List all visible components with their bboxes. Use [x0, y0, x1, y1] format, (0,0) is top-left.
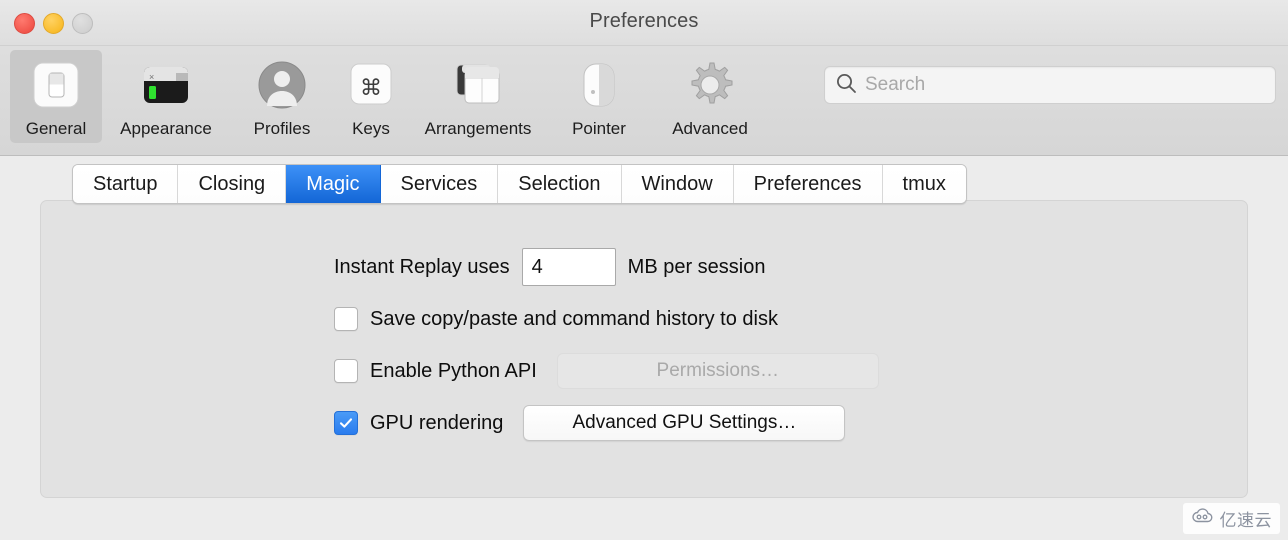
tab-services[interactable]: Services — [381, 165, 499, 203]
save-history-label: Save copy/paste and command history to d… — [370, 308, 778, 331]
gpu-rendering-label: GPU rendering — [370, 412, 503, 435]
display-icon — [12, 56, 100, 114]
toolbar-item-profiles[interactable]: Profiles — [230, 50, 334, 143]
instant-replay-input[interactable] — [532, 256, 615, 279]
gpu-button-slot: Advanced GPU Settings… — [523, 405, 845, 441]
toolbar-label-pointer: Pointer — [572, 119, 626, 139]
search-container — [824, 66, 1276, 104]
toolbar-item-pointer[interactable]: Pointer — [548, 50, 650, 143]
toolbar-label-advanced: Advanced — [672, 119, 748, 139]
tab-selection[interactable]: Selection — [498, 165, 621, 203]
gpu-rendering-checkbox[interactable] — [334, 411, 358, 435]
tab-window[interactable]: Window — [622, 165, 734, 203]
gpu-rendering-row: GPU rendering Advanced GPU Settings… — [334, 397, 879, 449]
python-api-checkbox[interactable] — [334, 359, 358, 383]
instant-replay-row: Instant Replay uses MB per session — [334, 241, 879, 293]
instant-replay-field[interactable] — [522, 248, 616, 286]
instant-replay-suffix-label: MB per session — [628, 256, 766, 279]
save-history-checkbox[interactable] — [334, 307, 358, 331]
preferences-toolbar: General × Appearance — [0, 46, 1288, 156]
terminal-icon: × — [104, 56, 228, 114]
user-avatar-icon — [232, 56, 332, 114]
search-input[interactable] — [865, 74, 1265, 96]
search-field[interactable] — [824, 66, 1276, 104]
checkmark-icon — [339, 416, 353, 430]
toolbar-item-advanced[interactable]: Advanced — [650, 50, 770, 143]
svg-text:×: × — [149, 72, 154, 82]
instant-replay-prefix-label: Instant Replay uses — [334, 256, 510, 279]
toolbar-item-general[interactable]: General — [10, 50, 102, 143]
python-api-row: Enable Python API Permissions… — [334, 345, 879, 397]
tab-preferences[interactable]: Preferences — [734, 165, 883, 203]
toolbar-label-arrangements: Arrangements — [425, 119, 532, 139]
tab-startup[interactable]: Startup — [73, 165, 178, 203]
watermark: 亿速云 — [1183, 503, 1281, 534]
toolbar-label-keys: Keys — [352, 119, 390, 139]
magic-settings-panel: Instant Replay uses MB per session Save … — [40, 200, 1248, 498]
toolbar-item-arrangements[interactable]: Arrangements — [408, 50, 548, 143]
tab-magic[interactable]: Magic — [286, 165, 380, 203]
windows-stack-icon — [410, 56, 546, 114]
toolbar-label-profiles: Profiles — [254, 119, 311, 139]
tab-bar: Startup Closing Magic Services Selection… — [72, 164, 967, 204]
search-icon — [835, 72, 857, 99]
watermark-text: 亿速云 — [1220, 506, 1273, 531]
save-history-row: Save copy/paste and command history to d… — [334, 293, 879, 345]
svg-text:⌘: ⌘ — [360, 75, 382, 100]
toolbar-label-general: General — [26, 119, 86, 139]
window-title: Preferences — [0, 10, 1288, 33]
toolbar-label-appearance: Appearance — [120, 119, 212, 139]
advanced-gpu-settings-button[interactable]: Advanced GPU Settings… — [523, 405, 845, 441]
title-bar: Preferences — [0, 0, 1288, 46]
permissions-button[interactable]: Permissions… — [557, 353, 879, 389]
settings-rows: Instant Replay uses MB per session Save … — [334, 241, 879, 449]
tab-closing[interactable]: Closing — [178, 165, 286, 203]
command-key-icon: ⌘ — [336, 56, 406, 114]
cloud-icon — [1191, 508, 1215, 529]
tab-tmux[interactable]: tmux — [883, 165, 966, 203]
toolbar-item-appearance[interactable]: × Appearance — [102, 50, 230, 143]
mouse-icon — [550, 56, 648, 114]
python-api-label: Enable Python API — [370, 360, 537, 383]
gear-icon — [652, 56, 768, 114]
preferences-window: Preferences General × — [0, 0, 1288, 540]
toolbar-item-keys[interactable]: ⌘ Keys — [334, 50, 408, 143]
python-api-button-slot: Permissions… — [557, 353, 879, 389]
